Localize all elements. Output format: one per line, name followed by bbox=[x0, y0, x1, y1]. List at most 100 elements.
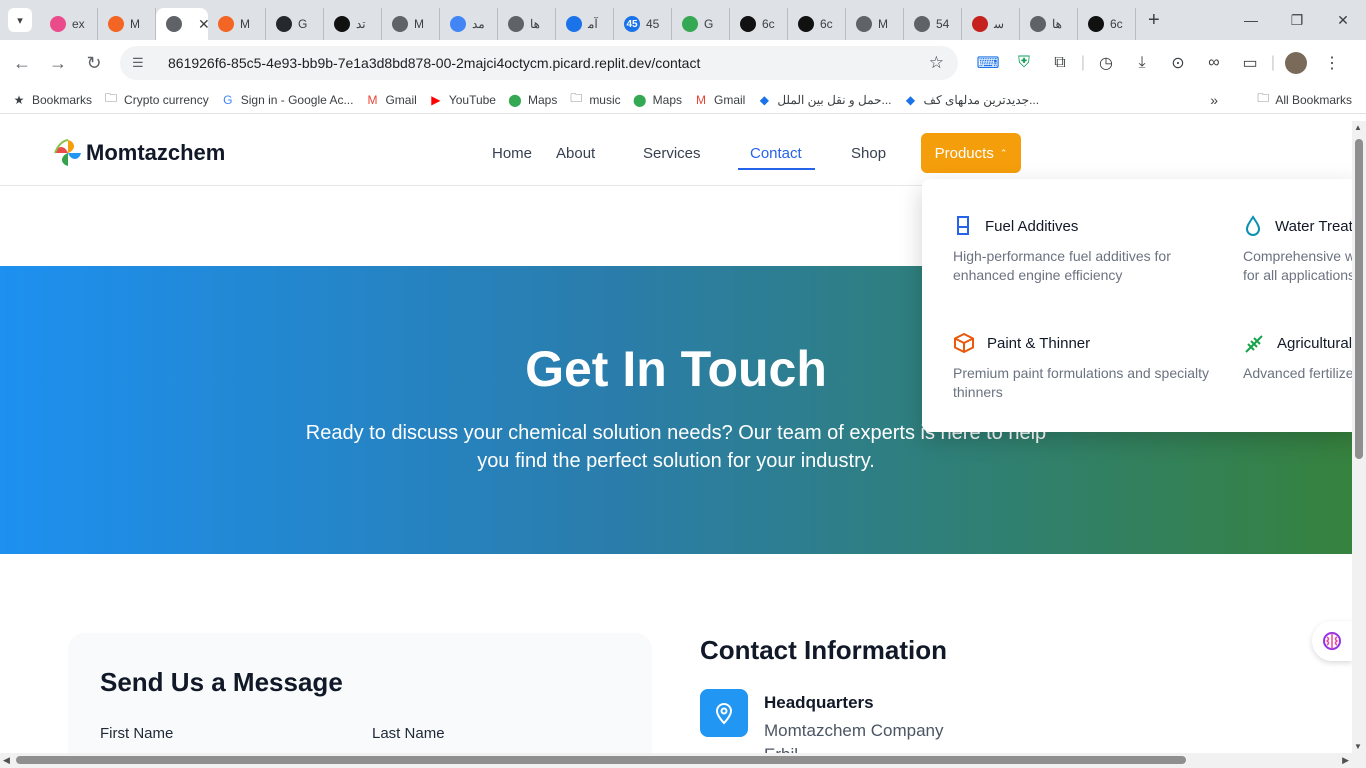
address-bar[interactable]: ☰ 861926f6-85c5-4e93-bb9b-7e1a3d8bd878-0… bbox=[120, 46, 958, 80]
close-tab-icon[interactable]: ✕ bbox=[198, 16, 208, 33]
bookmark-label: Maps bbox=[652, 92, 682, 107]
bookmark-star-icon[interactable]: ☆ bbox=[929, 53, 944, 73]
browser-tab[interactable]: ex bbox=[40, 8, 98, 40]
tab-search-button[interactable]: ▾ bbox=[8, 8, 32, 32]
tab-favicon-icon bbox=[566, 16, 582, 32]
nav-about[interactable]: About bbox=[556, 145, 595, 162]
browser-toolbar: ← → ↻ ☰ 861926f6-85c5-4e93-bb9b-7e1a3d8b… bbox=[0, 40, 1366, 86]
nav-home[interactable]: Home bbox=[492, 145, 532, 162]
all-bookmarks[interactable]: 🗀 All Bookmarks bbox=[1257, 89, 1352, 110]
browser-tab[interactable]: 6c bbox=[730, 8, 788, 40]
more-bookmarks-icon[interactable]: » bbox=[1210, 92, 1218, 108]
scroll-up-icon[interactable]: ▲ bbox=[1354, 123, 1362, 132]
forward-button[interactable]: → bbox=[40, 45, 76, 81]
tab-favicon-icon bbox=[914, 16, 930, 32]
translate-icon[interactable]: ⌨ bbox=[970, 53, 1006, 73]
product-item-water-treatment[interactable]: Water Treatment Comprehensive water trea… bbox=[1243, 215, 1352, 285]
tab-title: 45 bbox=[646, 17, 660, 31]
browser-tab[interactable]: ✕ bbox=[156, 8, 208, 40]
horizontal-scrollbar[interactable]: ◀ ▶ bbox=[0, 753, 1366, 768]
bookmark-item[interactable]: 🗀 Crypto currency bbox=[104, 91, 209, 107]
back-button[interactable]: ← bbox=[4, 45, 40, 81]
minimize-button[interactable]: — bbox=[1228, 0, 1274, 40]
vertical-scroll-thumb[interactable] bbox=[1355, 139, 1363, 459]
bookmark-item[interactable]: M Gmail bbox=[694, 93, 745, 107]
scroll-down-icon[interactable]: ▼ bbox=[1354, 742, 1362, 751]
browser-tab[interactable]: 6c bbox=[1078, 8, 1136, 40]
site-info-icon[interactable]: ☰ bbox=[132, 55, 148, 71]
scroll-right-icon[interactable]: ▶ bbox=[1342, 755, 1349, 766]
tab-title: ﻫﺎ bbox=[530, 17, 540, 31]
tab-favicon-icon bbox=[740, 16, 756, 32]
browser-tab[interactable]: 45 45 bbox=[614, 8, 672, 40]
bookmark-label: Maps bbox=[527, 92, 558, 107]
bookmark-label: Bookmarks bbox=[32, 92, 93, 107]
product-item-agricultural[interactable]: Agricultural Fertilizers Advanced fertil… bbox=[1243, 332, 1352, 383]
reload-button[interactable]: ↻ bbox=[76, 45, 112, 81]
screenshot-icon[interactable]: ⊙ bbox=[1160, 53, 1196, 73]
tab-favicon-icon bbox=[276, 16, 292, 32]
product-item-fuel-additives[interactable]: Fuel Additives High-performance fuel add… bbox=[953, 215, 1223, 285]
devices-icon[interactable]: ▭ bbox=[1232, 53, 1268, 73]
bookmark-label: جدیدترین مدلهای کف... bbox=[923, 92, 1040, 107]
bookmark-item[interactable]: ▶ YouTube bbox=[429, 93, 496, 107]
browser-tab[interactable]: آﻣ bbox=[556, 8, 614, 40]
folder-icon: 🗀 bbox=[570, 91, 583, 105]
bookmark-item[interactable]: ◆ حمل و نقل بین الملل... bbox=[757, 93, 892, 107]
vertical-scrollbar[interactable]: ▲ ▼ bbox=[1352, 121, 1366, 753]
folder-icon: 🗀 bbox=[105, 91, 118, 105]
site-logo[interactable]: Momtazchem bbox=[52, 137, 225, 169]
browser-tab[interactable]: G bbox=[672, 8, 730, 40]
history-icon[interactable]: ◷ bbox=[1088, 53, 1124, 73]
menu-icon[interactable]: ⋮ bbox=[1314, 53, 1350, 73]
browser-tab[interactable]: M bbox=[208, 8, 266, 40]
horizontal-scroll-thumb[interactable] bbox=[16, 756, 1186, 764]
nav-contact[interactable]: Contact bbox=[750, 145, 802, 162]
download-icon[interactable]: ⤓ bbox=[1124, 54, 1160, 72]
browser-tab[interactable]: ﻫﺎ bbox=[1020, 8, 1078, 40]
restore-button[interactable]: ❐ bbox=[1274, 0, 1320, 40]
profile-avatar[interactable] bbox=[1278, 52, 1314, 74]
browser-tab[interactable]: ﺗﺪ bbox=[324, 8, 382, 40]
product-item-paint-thinner[interactable]: Paint & Thinner Premium paint formulatio… bbox=[953, 332, 1223, 402]
bookmarks-bar: ★ Bookmarks 🗀 Crypto currency G Sign in - Goo… bbox=[0, 86, 1366, 114]
tab-favicon-icon bbox=[798, 16, 814, 32]
first-name-label: First Name bbox=[100, 725, 174, 742]
nav-shop[interactable]: Shop bbox=[851, 145, 886, 162]
bookmark-list: ★ Bookmarks 🗀 Crypto currency G Sign in - Goo… bbox=[0, 91, 1040, 107]
browser-tab[interactable]: 54 bbox=[904, 8, 962, 40]
bookmark-item[interactable]: ◆ جدیدترین مدلهای کف... bbox=[904, 92, 1040, 107]
browser-tab[interactable]: ﻣﺪ bbox=[440, 8, 498, 40]
bookmark-item[interactable]: M Gmail bbox=[365, 93, 416, 107]
bookmark-item[interactable]: ★ Bookmarks bbox=[12, 93, 92, 107]
bookmark-label: Crypto currency bbox=[124, 92, 209, 107]
new-tab-button[interactable]: + bbox=[1148, 9, 1160, 32]
tab-favicon-icon bbox=[508, 16, 524, 32]
tab-favicon-icon bbox=[856, 16, 872, 32]
nav-services[interactable]: Services bbox=[643, 145, 701, 162]
bookmark-item[interactable]: ⬤ Maps bbox=[508, 93, 557, 107]
link-icon[interactable]: ∞ bbox=[1196, 54, 1232, 72]
products-button[interactable]: Products ⌃ bbox=[921, 133, 1021, 173]
browser-tab[interactable]: M bbox=[846, 8, 904, 40]
browser-tab[interactable]: G bbox=[266, 8, 324, 40]
ai-assistant-button[interactable] bbox=[1312, 621, 1352, 661]
bookmark-item[interactable]: ⬤ Maps bbox=[633, 93, 682, 107]
maps-icon: ⬤ bbox=[508, 92, 522, 107]
extensions-icon[interactable]: ⧉ bbox=[1042, 54, 1078, 72]
close-window-button[interactable]: ✕ bbox=[1320, 0, 1366, 40]
google-icon: G bbox=[223, 92, 233, 107]
browser-tab[interactable]: 6c bbox=[788, 8, 846, 40]
browser-tab[interactable]: ﺳ bbox=[962, 8, 1020, 40]
products-label: Products bbox=[934, 144, 994, 162]
tab-title: ﺗﺪ bbox=[356, 17, 366, 31]
tab-favicon-icon bbox=[108, 16, 124, 32]
browser-tab[interactable]: M bbox=[98, 8, 156, 40]
browser-tab[interactable]: ﻫﺎ bbox=[498, 8, 556, 40]
shield-icon[interactable]: ⛨ bbox=[1006, 54, 1042, 72]
browser-tab[interactable]: M bbox=[382, 8, 440, 40]
bookmark-item[interactable]: G Sign in - Google Ac... bbox=[221, 92, 353, 107]
bookmark-item[interactable]: 🗀 music bbox=[569, 91, 620, 107]
scroll-left-icon[interactable]: ◀ bbox=[3, 755, 10, 766]
tab-title: M bbox=[240, 17, 250, 31]
